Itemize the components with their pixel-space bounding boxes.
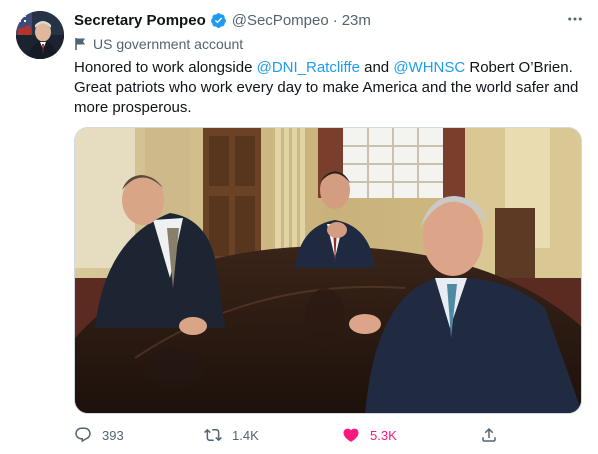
reply-count: 393: [102, 427, 124, 443]
mention-link-whnsc[interactable]: @WHNSC: [393, 59, 465, 76]
timestamp[interactable]: 23m: [342, 12, 371, 29]
tweet-photo[interactable]: [74, 127, 582, 414]
tweet-text-part: Honored to work alongside: [74, 59, 257, 76]
separator-dot: ·: [332, 11, 338, 29]
flag-icon: [75, 38, 85, 50]
reply-icon: [75, 427, 91, 443]
display-name[interactable]: Secretary Pompeo: [74, 12, 206, 29]
government-account-label[interactable]: US government account: [74, 35, 243, 53]
reply-button[interactable]: 393: [74, 424, 124, 446]
government-account-text: US government account: [93, 36, 244, 52]
handle[interactable]: @SecPompeo: [232, 12, 329, 29]
mention-link-dni[interactable]: @DNI_Ratcliffe: [257, 59, 360, 76]
share-icon: [482, 427, 496, 442]
tweet-text: Honored to work alongside @DNI_Ratcliffe…: [74, 58, 584, 118]
avatar[interactable]: [16, 11, 64, 59]
tweet-actions: 393 1.4K 5.3K: [74, 424, 504, 446]
retweet-icon: [204, 428, 222, 442]
verified-badge-icon: [210, 12, 226, 28]
retweet-button[interactable]: 1.4K: [204, 424, 259, 446]
retweet-count: 1.4K: [232, 427, 259, 443]
like-count: 5.3K: [370, 427, 397, 443]
tweet-header: Secretary Pompeo @SecPompeo · 23m: [74, 10, 586, 30]
tweet: Secretary Pompeo @SecPompeo · 23m US gov…: [0, 0, 598, 454]
heart-icon: [343, 428, 359, 442]
more-icon[interactable]: [564, 8, 586, 30]
tweet-text-part: and: [359, 59, 394, 76]
share-button[interactable]: [480, 424, 508, 446]
like-button[interactable]: 5.3K: [342, 424, 397, 446]
